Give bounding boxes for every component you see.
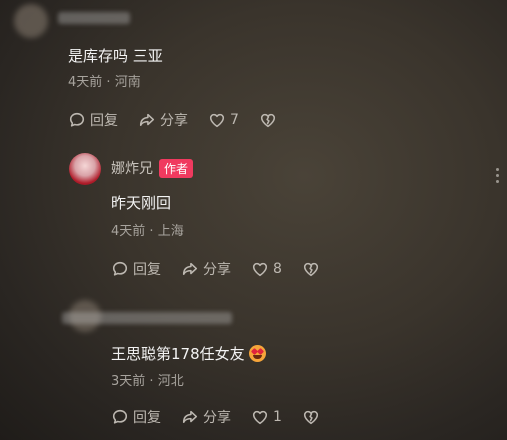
share-button[interactable]: 分享 <box>138 110 188 130</box>
share-icon <box>139 113 155 126</box>
comment-1-actions: 回复 分享 7 <box>68 110 277 130</box>
comment-1-time: 4天前 <box>68 75 103 90</box>
reply-button[interactable]: 回复 <box>68 110 118 130</box>
comment-2-meta: 4天前 · 上海 <box>111 220 184 239</box>
reply-button[interactable]: 回复 <box>111 259 161 279</box>
comment-1-location: 河南 <box>114 75 141 90</box>
comment-2-time: 4天前 <box>111 224 146 239</box>
comment-2-actions: 回复 分享 8 <box>111 259 320 279</box>
comment-1-text: 是库存吗 三亚 <box>68 47 163 65</box>
reply-button[interactable]: 回复 <box>111 407 161 427</box>
share-icon <box>182 410 198 423</box>
heart-icon <box>209 113 225 128</box>
broken-heart-icon <box>303 262 318 277</box>
like-count: 8 <box>273 261 282 277</box>
share-button[interactable]: 分享 <box>181 407 231 427</box>
author-badge: 作者 <box>159 158 194 178</box>
comment-3-text-content: 王思聪第178任女友 <box>111 345 245 363</box>
heart-icon <box>252 262 268 277</box>
like-count: 1 <box>273 409 282 425</box>
like-button[interactable]: 1 <box>251 408 282 426</box>
more-icon[interactable] <box>496 168 499 183</box>
author-avatar[interactable] <box>69 153 101 185</box>
meta-separator: · <box>149 224 154 239</box>
author-name[interactable]: 娜炸兄 <box>111 158 153 178</box>
comment-icon <box>112 409 128 424</box>
comment-2-location: 上海 <box>157 224 184 239</box>
reply-label: 回复 <box>133 262 161 278</box>
share-label: 分享 <box>203 410 231 426</box>
broken-heart-icon <box>260 113 275 128</box>
comment-1-meta: 4天前 · 河南 <box>68 71 141 90</box>
like-button[interactable]: 7 <box>208 111 239 129</box>
comment-2-text: 昨天刚回 <box>111 194 172 212</box>
broken-heart-icon <box>303 410 318 425</box>
meta-separator: · <box>106 75 111 90</box>
share-label: 分享 <box>160 113 188 129</box>
share-label: 分享 <box>203 262 231 278</box>
dislike-button[interactable] <box>302 408 320 426</box>
like-count: 7 <box>230 112 239 128</box>
star-struck-emoji <box>248 345 266 362</box>
comment-3-location: 河北 <box>157 374 184 389</box>
reply-label: 回复 <box>90 113 118 129</box>
reply-label: 回复 <box>133 410 161 426</box>
avatar-blurred[interactable] <box>14 4 48 38</box>
username-blurred[interactable] <box>58 12 130 24</box>
comment-3-actions: 回复 分享 1 <box>111 407 320 427</box>
comment-icon <box>112 261 128 276</box>
heart-icon <box>252 410 268 425</box>
dislike-button[interactable] <box>302 260 320 278</box>
author-row: 娜炸兄 作者 <box>111 158 194 178</box>
meta-separator: · <box>149 374 154 389</box>
comment-3-text: 王思聪第178任女友 <box>111 343 266 364</box>
like-button[interactable]: 8 <box>251 260 282 278</box>
comment-3-meta: 3天前 · 河北 <box>111 370 184 389</box>
dislike-button[interactable] <box>259 111 277 129</box>
share-icon <box>182 262 198 275</box>
share-button[interactable]: 分享 <box>181 259 231 279</box>
comment-icon <box>69 112 85 127</box>
comment-3-time: 3天前 <box>111 374 146 389</box>
username-blurred[interactable] <box>62 312 232 324</box>
